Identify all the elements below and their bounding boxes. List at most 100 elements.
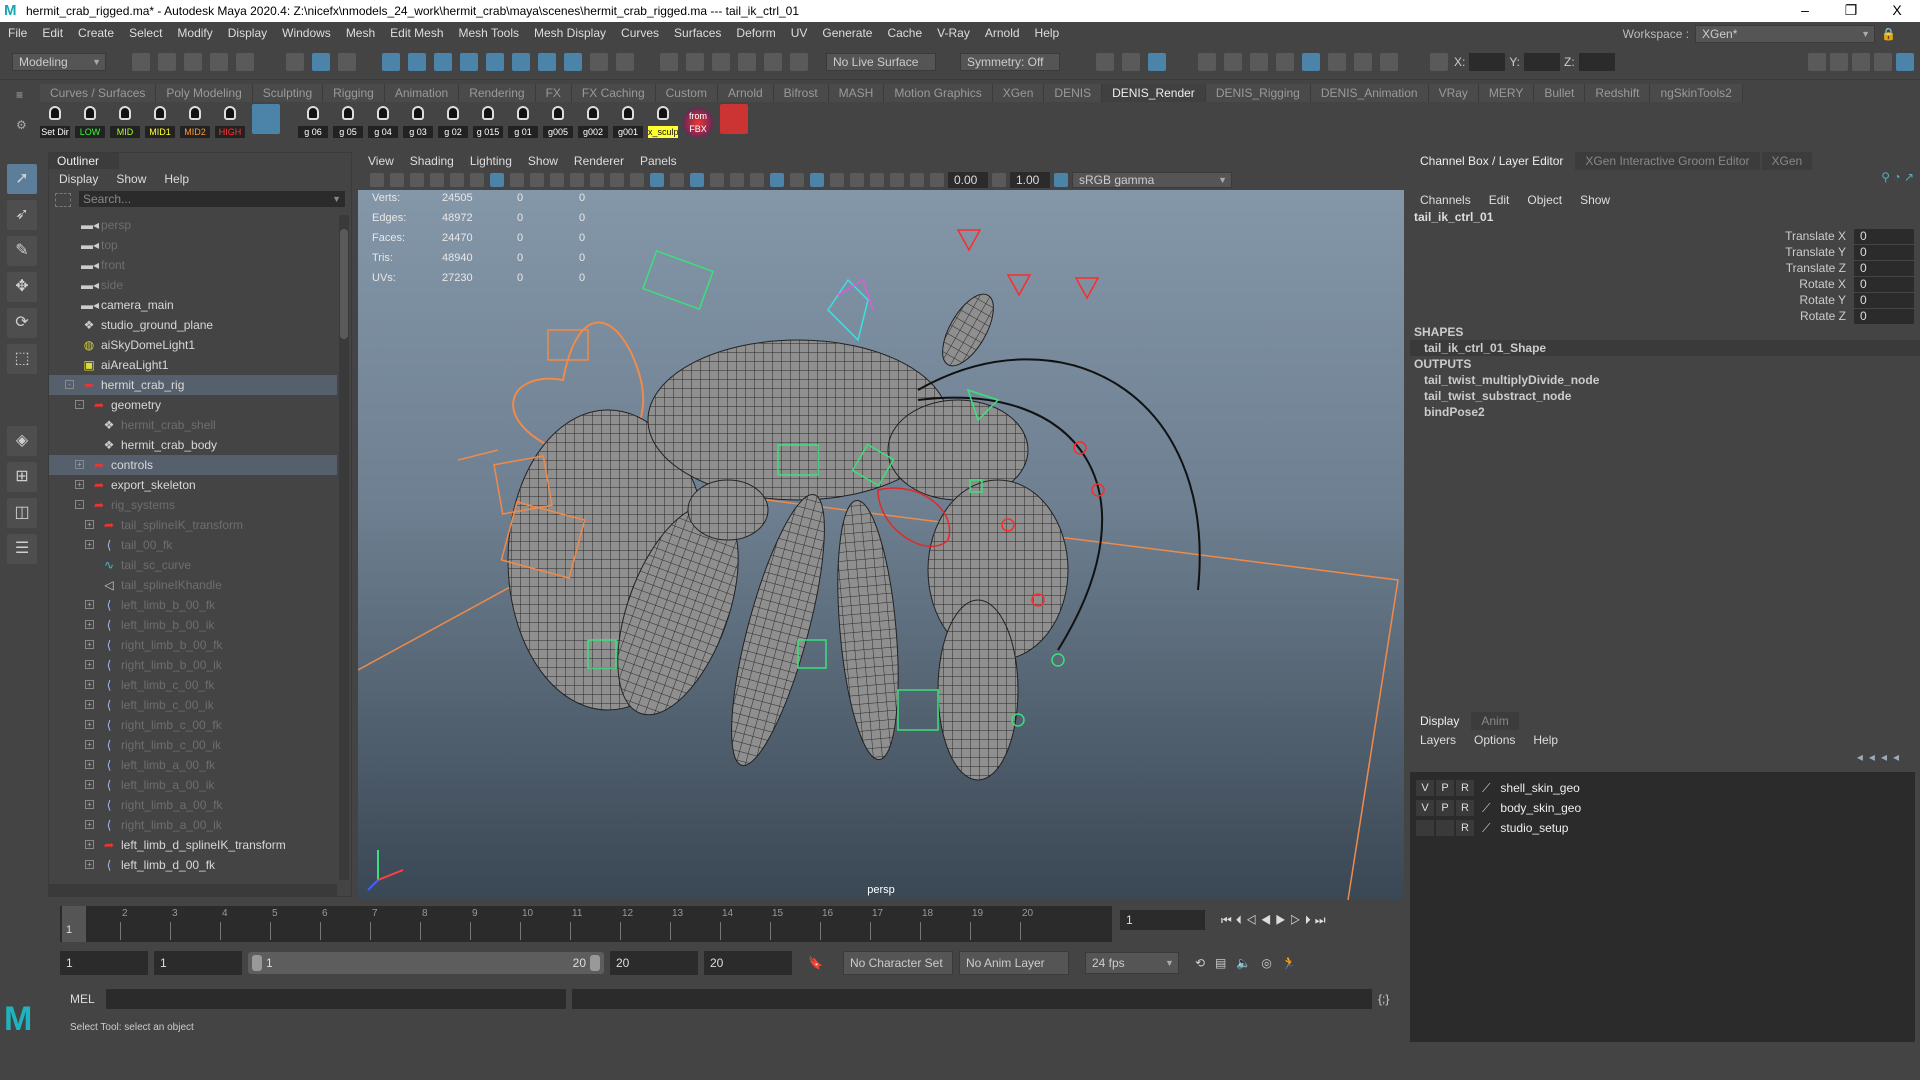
2d-pan-zoom-icon[interactable] [450, 173, 464, 187]
menu-modify[interactable]: Modify [177, 26, 212, 40]
menu-curves[interactable]: Curves [621, 26, 659, 40]
xray-active-icon[interactable] [890, 173, 904, 187]
outliner-item-hermit-crab-body[interactable]: ❖ hermit_crab_body [49, 435, 337, 455]
channel-label[interactable]: Translate Z [1786, 261, 1846, 275]
cache-playback-icon[interactable]: ▤ [1215, 956, 1236, 970]
shelf-button-g001[interactable]: g001 [613, 104, 643, 138]
outliner-item-studio-ground-plane[interactable]: ❖ studio_ground_plane [49, 315, 337, 335]
playback-start-field[interactable]: 1 [154, 951, 242, 975]
help-icon[interactable] [564, 53, 582, 71]
expand-icon[interactable]: + [85, 700, 94, 709]
channel-value-field[interactable]: 0 [1854, 292, 1914, 308]
move-layer-up-icon[interactable]: ◂ [1857, 750, 1869, 764]
snap-curve-icon[interactable] [408, 53, 426, 71]
attribute-editor-icon[interactable] [1874, 53, 1892, 71]
shelf-tab-mery[interactable]: MERY [1478, 84, 1535, 102]
scale-tool-icon[interactable]: ⬚ [7, 344, 37, 374]
outliner-item-tail-splineik-transform[interactable]: + ➦ tail_splineIK_transform [49, 515, 337, 535]
visibility-toggle[interactable]: V [1416, 780, 1434, 796]
shelf-tab-mash[interactable]: MASH [828, 84, 885, 102]
outliner-item-left-limb-c-00-fk[interactable]: + ⟨ left_limb_c_00_fk [49, 675, 337, 695]
outliner-item-right-limb-b-00-ik[interactable]: + ⟨ right_limb_b_00_ik [49, 655, 337, 675]
channel-label[interactable]: Rotate Z [1800, 309, 1846, 323]
gate-mask-icon[interactable] [550, 173, 564, 187]
channel-box-icon[interactable] [1896, 53, 1914, 71]
expand-icon[interactable]: + [85, 860, 94, 869]
outliner-menu-help[interactable]: Help [164, 172, 189, 186]
viewport-menu-shading[interactable]: Shading [410, 152, 454, 170]
layer-color-icon[interactable]: ⟋ [1482, 801, 1490, 816]
character-set-dropdown[interactable]: No Character Set [842, 951, 953, 975]
range-slider[interactable]: 1 20 [248, 952, 604, 974]
range-start-handle[interactable] [252, 955, 262, 971]
filter-icon[interactable] [55, 193, 71, 207]
channel-menu-object[interactable]: Object [1527, 193, 1562, 207]
new-layer-selected-icon[interactable]: ◂ [1893, 750, 1905, 764]
layer-menu-layers[interactable]: Layers [1420, 733, 1456, 747]
outliner-item-persp[interactable]: ▬◂ persp [49, 215, 337, 235]
character-controls-icon[interactable] [1830, 53, 1848, 71]
shelf-button-g-06[interactable]: g 06 [298, 104, 328, 138]
snap-together-icon[interactable] [764, 53, 782, 71]
outliner-item-top[interactable]: ▬◂ top [49, 235, 337, 255]
layer-menu-help[interactable]: Help [1533, 733, 1558, 747]
expand-icon[interactable]: + [75, 460, 84, 469]
playback-toggle[interactable] [1436, 820, 1454, 836]
render-settings-icon[interactable] [1276, 53, 1294, 71]
snap-view-plane-icon[interactable] [486, 53, 504, 71]
channel-menu-show[interactable]: Show [1580, 193, 1610, 207]
anim-layer-dropdown[interactable]: No Anim Layer [958, 951, 1069, 975]
expand-icon[interactable]: + [85, 720, 94, 729]
select-component-icon[interactable] [338, 53, 356, 71]
menu-create[interactable]: Create [78, 26, 114, 40]
shelf-tab-denis[interactable]: DENIS [1044, 84, 1103, 102]
tab-channel-box-layer-editor[interactable]: Channel Box / Layer Editor [1410, 152, 1574, 170]
expand-icon[interactable]: + [85, 600, 94, 609]
expand-icon[interactable]: + [85, 820, 94, 829]
outliner-item-geometry[interactable]: - ➦ geometry [49, 395, 337, 415]
shelf-tab-ngskintools2[interactable]: ngSkinTools2 [1650, 84, 1743, 102]
single-perspective-layout-icon[interactable]: ◈ [7, 426, 37, 456]
shelf-button-low[interactable]: LOW [75, 104, 105, 138]
shelf-tab-bifrost[interactable]: Bifrost [773, 84, 829, 102]
shelf-tab-fx-caching[interactable]: FX Caching [571, 84, 656, 102]
arnold-render-icon[interactable] [1328, 53, 1346, 71]
shelf-tab-denis-rigging[interactable]: DENIS_Rigging [1205, 84, 1311, 102]
outliner-search-input[interactable]: Search... ▼ [79, 191, 345, 207]
channel-label[interactable]: Rotate Y [1800, 293, 1846, 307]
select-hierarchy-icon[interactable] [286, 53, 304, 71]
layer-name[interactable]: studio_setup [1500, 821, 1568, 835]
rotate-tool-icon[interactable]: ⟳ [7, 308, 37, 338]
pause-icon[interactable] [1380, 53, 1398, 71]
film-gate-icon[interactable] [510, 173, 524, 187]
outliner-scrollbar[interactable] [339, 215, 349, 880]
ipr-render-icon[interactable] [1250, 53, 1268, 71]
menu-v-ray[interactable]: V-Ray [937, 26, 970, 40]
restore-button[interactable]: ❐ [1828, 0, 1874, 22]
move-layer-down-icon[interactable]: ◂ [1869, 750, 1881, 764]
channel-value-field[interactable]: 0 [1854, 244, 1914, 260]
outliner-item-camera-main[interactable]: ▬◂ camera_main [49, 295, 337, 315]
step-back-frame-icon[interactable]: ◁ [1246, 913, 1261, 927]
shelf-button-g-05[interactable]: g 05 [333, 104, 363, 138]
channel-value-field[interactable]: 0 [1854, 308, 1914, 324]
expand-icon[interactable]: + [85, 740, 94, 749]
workspace-dropdown[interactable]: XGen* ▼ [1695, 25, 1876, 43]
outliner-item-front[interactable]: ▬◂ front [49, 255, 337, 275]
expand-icon[interactable]: + [85, 520, 94, 529]
redo-icon[interactable] [236, 53, 254, 71]
layer-color-icon[interactable]: ⟋ [1482, 821, 1490, 836]
collapse-icon[interactable]: - [75, 500, 84, 509]
save-scene-icon[interactable] [184, 53, 202, 71]
outliner-item-right-limb-a-00-fk[interactable]: + ⟨ right_limb_a_00_fk [49, 795, 337, 815]
expand-icon[interactable]: + [75, 480, 84, 489]
shelf-tab-rendering[interactable]: Rendering [459, 84, 536, 102]
four-view-layout-icon[interactable]: ⊞ [7, 462, 37, 492]
viewport-menu-renderer[interactable]: Renderer [574, 152, 624, 170]
undo-icon[interactable] [210, 53, 228, 71]
minimize-button[interactable]: – [1782, 0, 1828, 22]
shadows-icon[interactable] [750, 173, 764, 187]
channel-label[interactable]: Translate X [1785, 229, 1846, 243]
current-time-indicator[interactable]: 1 [62, 906, 86, 942]
y-field[interactable] [1524, 53, 1561, 71]
